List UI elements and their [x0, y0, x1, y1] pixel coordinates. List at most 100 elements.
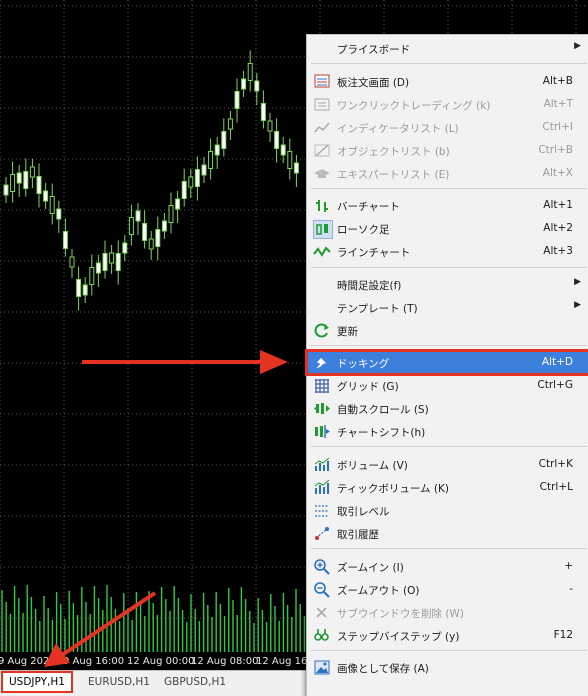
candle	[82, 284, 88, 296]
candle	[155, 229, 161, 247]
chart-shift-icon	[313, 423, 331, 440]
menu-item-candlestick[interactable]: ローソク足 Alt+2	[307, 217, 588, 240]
candle	[221, 131, 227, 149]
menu-item-order-screen[interactable]: 板注文画面 (D) Alt+B	[307, 70, 588, 93]
pin-icon	[313, 354, 331, 371]
menu-item-step-by-step[interactable]: ステップバイステップ (y) F12	[307, 624, 588, 647]
tick-volume-icon	[313, 479, 331, 496]
autoscroll-icon	[313, 400, 331, 417]
candle	[122, 242, 128, 254]
menu-separator	[311, 548, 587, 549]
menu-item-docking[interactable]: ドッキング Alt+D	[305, 349, 588, 376]
candle	[254, 80, 260, 92]
menu-item-delete-subwindow[interactable]: サブウインドウを削除 (W)	[307, 601, 588, 624]
menu-item-grid[interactable]: グリッド (G) Ctrl+G	[307, 374, 588, 397]
candle	[214, 144, 220, 156]
candle	[102, 253, 108, 271]
candle	[3, 184, 9, 196]
menu-item-autoscroll[interactable]: 自動スクロール (S)	[307, 397, 588, 420]
candle	[115, 253, 121, 271]
candle	[62, 231, 68, 249]
candle	[194, 169, 200, 187]
order-screen-icon	[313, 73, 331, 90]
one-click-trading-icon	[313, 96, 331, 113]
candle	[109, 252, 115, 264]
trade-history-icon	[313, 525, 331, 542]
menu-item-template[interactable]: テンプレート (T) ▶	[307, 296, 588, 319]
menu-separator	[311, 267, 587, 268]
annotation-arrow-right	[82, 350, 288, 374]
candle	[128, 217, 134, 235]
candle	[267, 120, 273, 132]
menu-item-indicator-list[interactable]: インディケータリスト (L) Ctrl+I	[307, 116, 588, 139]
context-menu: プライスボード ▶ 板注文画面 (D) Alt+B ワンクリックトレーディング …	[305, 34, 588, 696]
submenu-arrow-icon: ▶	[574, 277, 581, 287]
menu-separator	[311, 446, 587, 447]
candle	[23, 171, 29, 189]
menu-item-price-board[interactable]: プライスボード ▶	[307, 37, 588, 60]
grid-icon	[313, 377, 331, 394]
step-by-step-icon	[313, 627, 331, 644]
menu-item-tick-volume[interactable]: ティックボリューム (K) Ctrl+L	[307, 476, 588, 499]
menu-item-zoom-out[interactable]: ズームアウト (O) -	[307, 578, 588, 601]
candle	[29, 166, 35, 178]
menu-item-one-click-trading[interactable]: ワンクリックトレーディング (k) Alt+T	[307, 93, 588, 116]
candle	[89, 267, 95, 285]
indicator-list-icon	[313, 119, 331, 136]
menu-item-timeframe[interactable]: 時間足設定(f) ▶	[307, 273, 588, 296]
candle	[69, 256, 75, 268]
candle	[274, 131, 280, 149]
annotation-arrow-down-left	[44, 591, 157, 667]
candle	[36, 176, 42, 194]
expert-hat-icon	[313, 165, 331, 182]
candle	[148, 238, 154, 250]
menu-item-save-as-image[interactable]: 画像として保存 (A)	[307, 656, 588, 679]
menu-item-object-list[interactable]: オブジェクトリスト (b) Ctrl+B	[307, 139, 588, 162]
candle	[10, 174, 16, 192]
candle	[95, 262, 101, 274]
candle	[43, 190, 49, 202]
menu-item-line-chart[interactable]: ラインチャート Alt+3	[307, 240, 588, 263]
candle	[142, 223, 148, 241]
candle	[16, 172, 22, 184]
line-chart-icon	[313, 243, 331, 260]
refresh-icon	[313, 322, 331, 339]
candle	[181, 181, 187, 199]
candle	[161, 220, 167, 232]
candle	[208, 151, 214, 169]
candle	[280, 144, 286, 156]
candle	[287, 151, 293, 169]
menu-item-trade-levels[interactable]: 取引レベル	[307, 499, 588, 522]
menu-separator	[311, 345, 587, 346]
zoom-in-icon	[313, 558, 331, 575]
menu-item-trade-history[interactable]: 取引履歴	[307, 522, 588, 545]
candlestick-icon	[313, 220, 333, 239]
x-axis-label: 12 Aug 08:00	[191, 656, 259, 667]
menu-item-chart-shift[interactable]: チャートシフト(h)	[307, 420, 588, 443]
candle	[135, 210, 141, 222]
candle	[49, 196, 55, 214]
candle	[175, 198, 181, 210]
menu-separator	[311, 650, 587, 651]
trade-levels-icon	[313, 502, 331, 519]
save-image-icon	[313, 659, 331, 676]
menu-item-volume[interactable]: ボリューム (V) Ctrl+K	[307, 453, 588, 476]
candle	[260, 103, 266, 121]
menu-separator	[311, 188, 587, 189]
volume-icon	[313, 456, 331, 473]
candle	[188, 176, 194, 188]
menu-item-refresh[interactable]: 更新	[307, 319, 588, 342]
menu-separator	[311, 63, 587, 64]
menu-item-expert-list[interactable]: エキスパートリスト (E) Alt+X	[307, 162, 588, 185]
menu-item-bar-chart[interactable]: バーチャート Alt+1	[307, 194, 588, 217]
candle	[247, 63, 253, 81]
candle	[201, 164, 207, 176]
candle	[227, 118, 233, 130]
candle	[76, 279, 82, 297]
candle	[56, 208, 62, 220]
menu-item-zoom-in[interactable]: ズームイン (I) +	[307, 555, 588, 578]
submenu-arrow-icon: ▶	[574, 300, 581, 310]
zoom-out-icon	[313, 581, 331, 598]
submenu-arrow-icon: ▶	[574, 41, 581, 51]
candle	[234, 91, 240, 109]
